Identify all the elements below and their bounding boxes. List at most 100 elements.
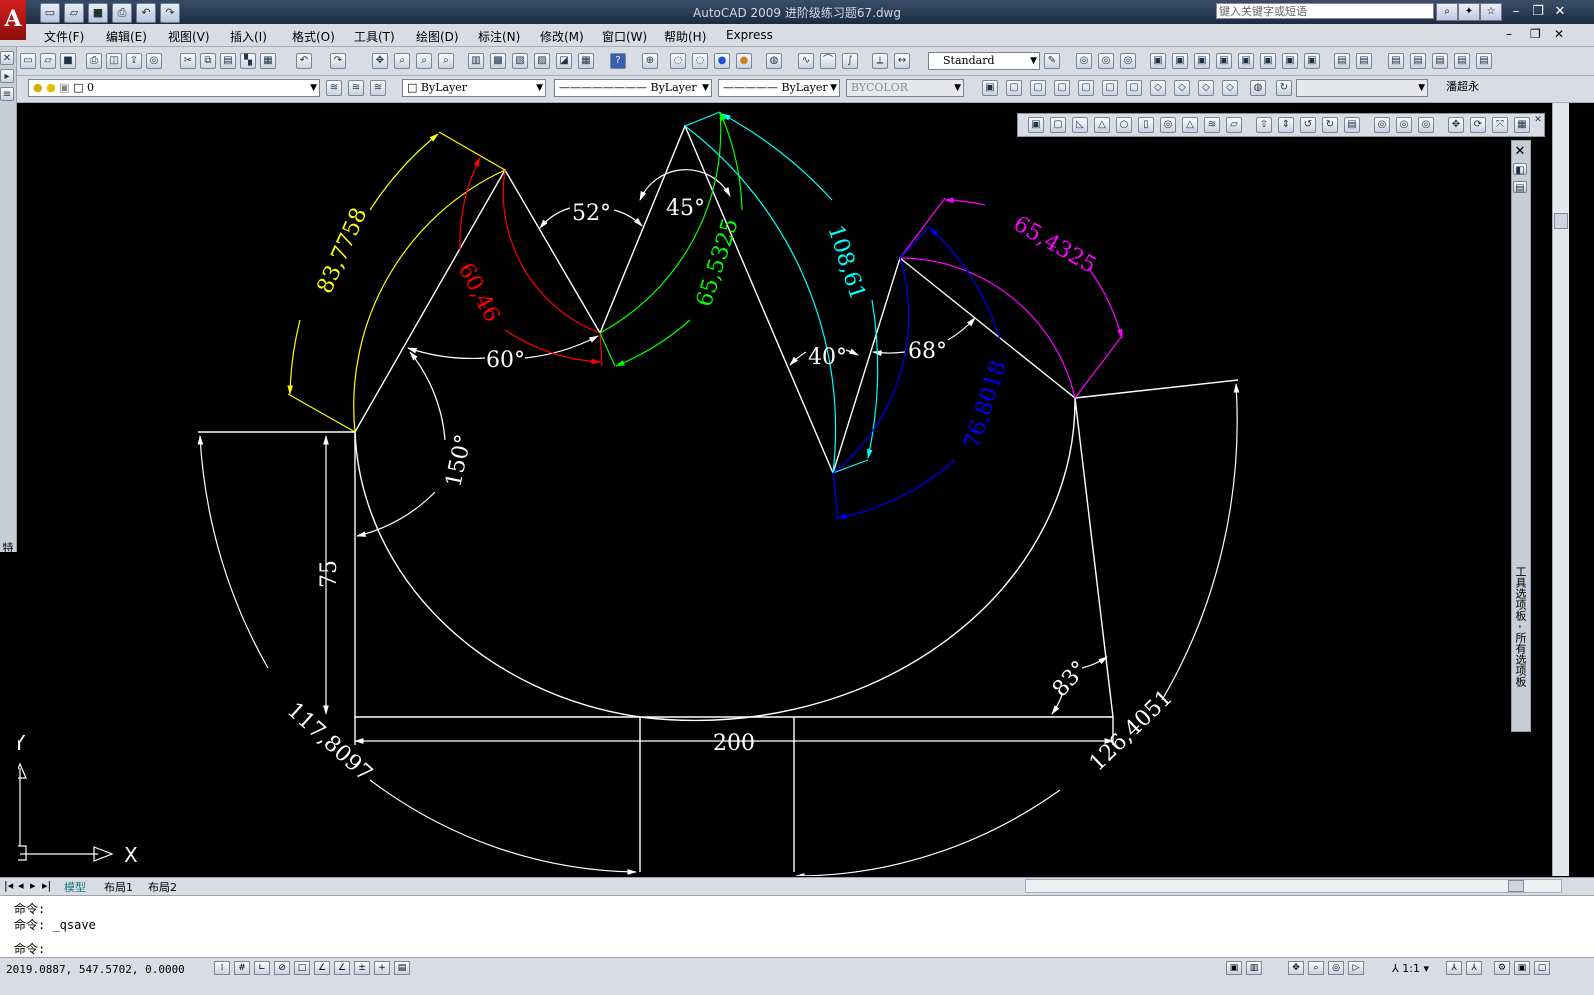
dynamic-ucs-icon[interactable]: ∠ (334, 961, 350, 975)
view-refresh-icon[interactable]: ↻ (1276, 80, 1292, 96)
taper-faces-icon[interactable]: ▣ (1260, 53, 1276, 69)
dynamic-input-icon[interactable]: ± (354, 961, 370, 975)
menu-modify[interactable]: 修改(M) (540, 28, 584, 45)
grid-display-icon[interactable]: # (234, 961, 250, 975)
3d-rotate-icon[interactable]: ⟳ (1470, 117, 1486, 133)
section-icon[interactable]: ▤ (1476, 53, 1492, 69)
3d-align-icon[interactable]: ⤧ (1492, 117, 1508, 133)
pyramid-icon[interactable]: △ (1182, 117, 1198, 133)
close-icon[interactable]: ✕ (0, 51, 14, 65)
menu-format[interactable]: 格式(O) (292, 28, 335, 45)
lock-icon[interactable]: ▣ (1514, 961, 1530, 975)
render-icon[interactable]: ● (736, 53, 752, 69)
search-icon[interactable]: ⌕ (1436, 3, 1458, 21)
show-lineweight-icon[interactable]: + (374, 961, 390, 975)
doc-restore-button[interactable]: ❐ (1530, 27, 1541, 41)
revolve-icon[interactable]: ↻ (1322, 117, 1338, 133)
menu-draw[interactable]: 绘图(D) (416, 28, 459, 45)
open-icon[interactable]: ▱ (40, 53, 56, 69)
save-icon[interactable]: ■ (60, 53, 76, 69)
annotation-scale-label[interactable]: ⅄ 1:1 ▾ (1392, 962, 1429, 975)
sheet-set-icon[interactable]: ▨ (534, 53, 550, 69)
menu-dimension[interactable]: 标注(N) (478, 28, 520, 45)
wedge-icon[interactable]: ◺ (1072, 117, 1088, 133)
workspace-gear-icon[interactable]: ⚙ (1494, 961, 1510, 975)
command-prompt[interactable]: 命令: (14, 940, 45, 957)
sw-iso-icon[interactable]: ◇ (1150, 80, 1166, 96)
object-snap-icon[interactable]: □ (294, 961, 310, 975)
paste-icon[interactable]: ▤ (220, 53, 236, 69)
cone-icon[interactable]: △ (1094, 117, 1110, 133)
extrude-icon[interactable]: ⇧ (1256, 117, 1272, 133)
lineweight-select[interactable]: ————— ByLayer ▼ (718, 79, 840, 97)
menu-window[interactable]: 窗口(W) (602, 28, 647, 45)
sphere-icon[interactable]: ○ (1116, 117, 1132, 133)
subtract-icon[interactable]: ◎ (1396, 117, 1412, 133)
autohide-icon[interactable]: ◧ (1513, 163, 1527, 176)
rotate-faces-icon[interactable]: ▣ (1238, 53, 1254, 69)
communication-center-icon[interactable]: ✦ (1458, 3, 1480, 21)
properties-palette-label[interactable]: 特性 (1, 542, 15, 553)
coordinate-readout[interactable]: 2019.0887, 547.5702, 0.0000 (6, 963, 185, 976)
properties-icon[interactable]: ▤ (1513, 181, 1527, 194)
tab-layout1[interactable]: 布局1 (104, 879, 133, 895)
clean-icon[interactable]: ▤ (1356, 53, 1372, 69)
tab-nav-next-icon[interactable]: ▸ (30, 879, 36, 892)
text-style-select[interactable]: Standard ▼ (928, 52, 1040, 70)
polyline-icon[interactable]: ∿ (798, 53, 814, 69)
tab-nav-last-icon[interactable]: ▸| (42, 879, 51, 892)
help-search-input[interactable]: 键入关键字或短语 (1216, 3, 1434, 19)
polar-tracking-icon[interactable]: ⊘ (274, 961, 290, 975)
app-menu-logo[interactable]: A (0, 0, 26, 40)
union-icon[interactable]: ◎ (1374, 117, 1390, 133)
ne-iso-icon[interactable]: ◇ (1198, 80, 1214, 96)
shell-icon[interactable]: ▤ (1410, 53, 1426, 69)
plot-style-select[interactable]: BYCOLOR ▼ (846, 79, 964, 97)
favorites-star-icon[interactable]: ☆ (1480, 3, 1502, 21)
annotation-visibility-icon[interactable]: ⅄ (1446, 961, 1462, 975)
ucs-icon[interactable]: ⊕ (642, 53, 658, 69)
minimize-button[interactable]: – (1506, 4, 1526, 20)
steering-wheel-icon[interactable]: ◎ (1328, 961, 1344, 975)
separate-icon[interactable]: ▤ (1388, 53, 1404, 69)
color-faces-icon[interactable]: ▣ (1304, 53, 1320, 69)
check-icon[interactable]: ▤ (1432, 53, 1448, 69)
copy-icon[interactable]: ⧉ (200, 53, 216, 69)
model-space-icon[interactable]: ▣ (1226, 961, 1242, 975)
close-icon[interactable]: ✕ (1512, 145, 1528, 159)
plot-icon[interactable]: ⎙ (86, 53, 102, 69)
tab-nav-prev-icon[interactable]: ◂ (18, 879, 24, 892)
vertical-scrollbar[interactable] (1552, 103, 1569, 876)
layout-icon[interactable]: ▥ (1246, 961, 1262, 975)
scroll-thumb[interactable] (1554, 213, 1568, 229)
markup-icon[interactable]: ◪ (556, 53, 572, 69)
new-icon[interactable]: ▭ (20, 53, 36, 69)
close-button[interactable]: ✕ (1550, 4, 1570, 20)
se-iso-icon[interactable]: ◇ (1174, 80, 1190, 96)
layer-previous-icon[interactable]: ≋ (348, 80, 364, 96)
intersect-icon[interactable]: ◎ (1418, 117, 1434, 133)
command-window[interactable]: 命令: 命令: _qsave 命令: (0, 895, 1594, 958)
union-icon[interactable]: ◎ (1076, 53, 1092, 69)
named-view-select[interactable]: ▼ (1296, 79, 1428, 97)
design-center-icon[interactable]: ▩ (490, 53, 506, 69)
tool-palette-label[interactable]: 工具选项板 - 所有选项板 (1512, 566, 1528, 687)
shade-icon[interactable]: ◌ (670, 53, 686, 69)
snap-mode-icon[interactable]: ⁞ (214, 961, 230, 975)
pin-icon[interactable]: ▸ (0, 69, 14, 83)
3d-move-icon[interactable]: ✥ (1448, 117, 1464, 133)
tab-model[interactable]: 模型 (64, 879, 86, 895)
extrude-faces-icon[interactable]: ▣ (1150, 53, 1166, 69)
quick-properties-icon[interactable]: ▤ (394, 961, 410, 975)
help-icon[interactable]: ? (610, 53, 626, 69)
linetype-select[interactable]: ———————— ByLayer ▼ (554, 79, 712, 97)
offset-faces-icon[interactable]: ▣ (1194, 53, 1210, 69)
front-view-icon[interactable]: ▢ (1102, 80, 1118, 96)
3d-array-icon[interactable]: ▦ (1514, 117, 1530, 133)
measure-icon[interactable]: ⟂ (872, 53, 888, 69)
view-manager-icon[interactable]: ▣ (982, 80, 998, 96)
spline-icon[interactable]: ∫ (842, 53, 858, 69)
nw-iso-icon[interactable]: ◇ (1222, 80, 1238, 96)
bottom-view-icon[interactable]: ▢ (1030, 80, 1046, 96)
horizontal-scrollbar[interactable] (1025, 879, 1562, 893)
